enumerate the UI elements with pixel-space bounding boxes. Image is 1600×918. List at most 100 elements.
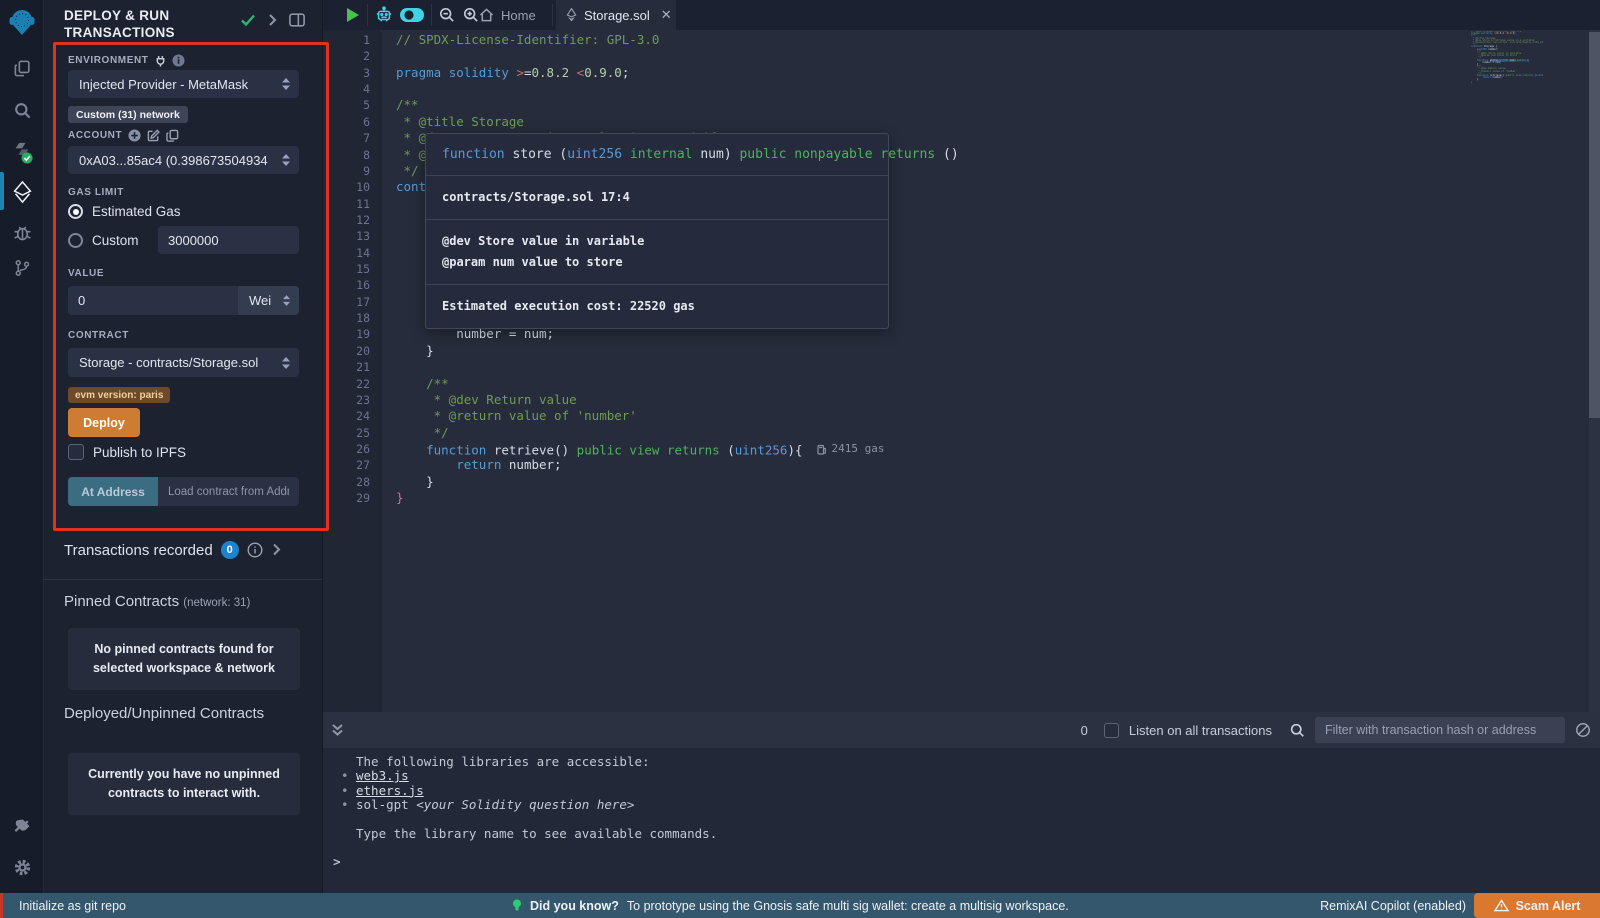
transaction-filter-input[interactable]	[1315, 717, 1565, 743]
code-line: }	[396, 343, 884, 359]
tip-prefix: Did you know?	[530, 899, 619, 913]
zoom-out-icon[interactable]	[435, 0, 459, 30]
solidity-compiler-icon[interactable]	[0, 138, 44, 168]
minimap[interactable]: // SPDX-License-Identifier: GPL-3.0pragm…	[1471, 31, 1543, 84]
value-label: VALUE	[68, 268, 104, 279]
plugin-manager-icon[interactable]	[0, 812, 44, 842]
remix-ai-logo[interactable]	[0, 6, 44, 40]
estimated-gas-row: Estimated Gas	[68, 204, 181, 219]
pinned-contracts-title: Pinned Contracts (network: 31)	[64, 593, 250, 610]
search-icon	[1290, 723, 1305, 738]
home-icon	[479, 8, 494, 22]
estimated-gas-label: Estimated Gas	[92, 204, 181, 219]
debugger-icon[interactable]	[0, 217, 44, 247]
account-label: ACCOUNT	[68, 130, 122, 141]
code-line	[396, 81, 884, 97]
chevron-updown-icon	[281, 356, 291, 370]
code-line	[396, 359, 884, 375]
tooltip-cost: Estimated execution cost: 22520 gas	[426, 285, 888, 328]
plug-small-icon[interactable]	[155, 55, 166, 67]
run-script-button[interactable]	[341, 0, 365, 30]
copilot-status[interactable]: RemixAI Copilot (enabled)	[1320, 893, 1466, 918]
value-unit-select[interactable]: Wei	[238, 286, 299, 315]
copy-icon[interactable]	[166, 129, 179, 142]
terminal-toolbar: 0 Listen on all transactions	[323, 712, 1600, 748]
terminal-output[interactable]: The following libraries are accessible:•…	[323, 748, 1600, 893]
copilot-toggle[interactable]	[397, 0, 427, 30]
code-line	[396, 48, 884, 64]
search-icon[interactable]	[0, 95, 44, 125]
transactions-count-badge: 0	[221, 541, 239, 559]
transactions-expand-chevron[interactable]	[272, 543, 281, 556]
status-left-accent	[0, 893, 3, 918]
close-icon[interactable]: ✕	[661, 7, 672, 23]
value-input[interactable]	[68, 286, 238, 315]
environment-label-row: ENVIRONMENT	[68, 54, 185, 67]
terminal-prompt[interactable]: >	[331, 854, 1600, 869]
terminal-line: •web3.js	[331, 769, 1600, 783]
account-select[interactable]: 0xA03...85ac4 (0.398673504934	[68, 146, 299, 174]
terminal-line: Type the library name to see available c…	[331, 827, 1600, 841]
tooltip-docs: @dev Store value in variable @param num …	[426, 220, 888, 285]
deploy-run-panel: DEPLOY & RUN TRANSACTIONS ENVIRONMENT In…	[44, 0, 322, 893]
code-line: * @return value of 'number'	[396, 408, 884, 424]
scam-alert-label: Scam Alert	[1516, 899, 1581, 913]
environment-value: Injected Provider - MetaMask	[79, 77, 281, 92]
gas-limit-label: GAS LIMIT	[68, 187, 124, 198]
deploy-run-icon[interactable]	[0, 177, 44, 207]
plus-circle-icon[interactable]	[128, 129, 141, 142]
terminal-lines: The following libraries are accessible:•…	[331, 755, 1600, 841]
tab-storage-sol[interactable]: Storage.sol ✕	[556, 0, 676, 30]
custom-gas-radio[interactable]	[68, 233, 83, 248]
clear-console-icon[interactable]	[1575, 722, 1591, 738]
deploy-button[interactable]: Deploy	[68, 408, 140, 437]
terminal-line: The following libraries are accessible:	[331, 755, 1600, 769]
ai-copilot-robot-icon[interactable]	[371, 0, 397, 30]
contract-select[interactable]: Storage - contracts/Storage.sol	[68, 348, 299, 377]
environment-select[interactable]: Injected Provider - MetaMask	[68, 70, 299, 98]
terminal-link[interactable]: ethers.js	[356, 783, 424, 798]
scam-alert-button[interactable]: Scam Alert	[1474, 893, 1600, 918]
settings-icon[interactable]	[0, 852, 44, 882]
code-line: /**	[396, 97, 884, 113]
listen-all-label: Listen on all transactions	[1129, 723, 1272, 738]
custom-gas-input[interactable]	[158, 226, 299, 254]
chevron-updown-icon	[281, 153, 291, 167]
git-init-status[interactable]: Initialize as git repo	[19, 893, 126, 918]
at-address-button[interactable]: At Address	[68, 477, 158, 506]
status-bar: Initialize as git repo Did you know? To …	[0, 893, 1600, 918]
publish-ipfs-checkbox[interactable]	[68, 444, 84, 460]
value-unit: Wei	[249, 293, 282, 308]
edit-icon[interactable]	[147, 129, 160, 142]
panel-layout-icon[interactable]	[289, 13, 305, 27]
code-line: * @dev Return value	[396, 392, 884, 408]
editor-tabbar: Home Storage.sol ✕	[323, 0, 1600, 30]
scrollbar-thumb[interactable]	[1589, 32, 1600, 418]
listen-all-checkbox[interactable]	[1104, 723, 1119, 738]
account-value: 0xA03...85ac4 (0.398673504934	[79, 153, 281, 168]
remix-ide-window: DEPLOY & RUN TRANSACTIONS ENVIRONMENT In…	[0, 0, 1600, 918]
code-line: pragma solidity >=0.8.2 <0.9.0;	[396, 65, 884, 81]
info-icon[interactable]	[172, 54, 185, 67]
info-circle-icon[interactable]	[247, 542, 263, 558]
ipfs-row: Publish to IPFS	[68, 444, 186, 460]
tab-home[interactable]: Home	[469, 0, 546, 30]
icon-sidebar	[0, 0, 44, 918]
tab-home-label: Home	[501, 8, 536, 23]
terminal-line: •sol-gpt <your Solidity question here>	[331, 798, 1600, 812]
network-badge: Custom (31) network	[68, 106, 188, 123]
code-line: // SPDX-License-Identifier: GPL-3.0	[396, 32, 884, 48]
warning-triangle-icon	[1494, 899, 1509, 912]
estimated-gas-radio[interactable]	[68, 204, 83, 219]
terminal-link[interactable]: web3.js	[356, 768, 409, 783]
git-icon[interactable]	[0, 253, 44, 283]
chevron-right-icon[interactable]	[268, 14, 277, 26]
environment-label: ENVIRONMENT	[68, 55, 149, 66]
code-line: /**	[396, 376, 884, 392]
chevrons-down-icon[interactable]	[331, 723, 344, 737]
file-explorer-icon[interactable]	[0, 53, 44, 83]
custom-gas-row: Custom	[68, 233, 139, 248]
code-line: return number;	[396, 457, 884, 473]
at-address-input[interactable]	[158, 477, 299, 506]
publish-ipfs-label: Publish to IPFS	[93, 445, 186, 460]
